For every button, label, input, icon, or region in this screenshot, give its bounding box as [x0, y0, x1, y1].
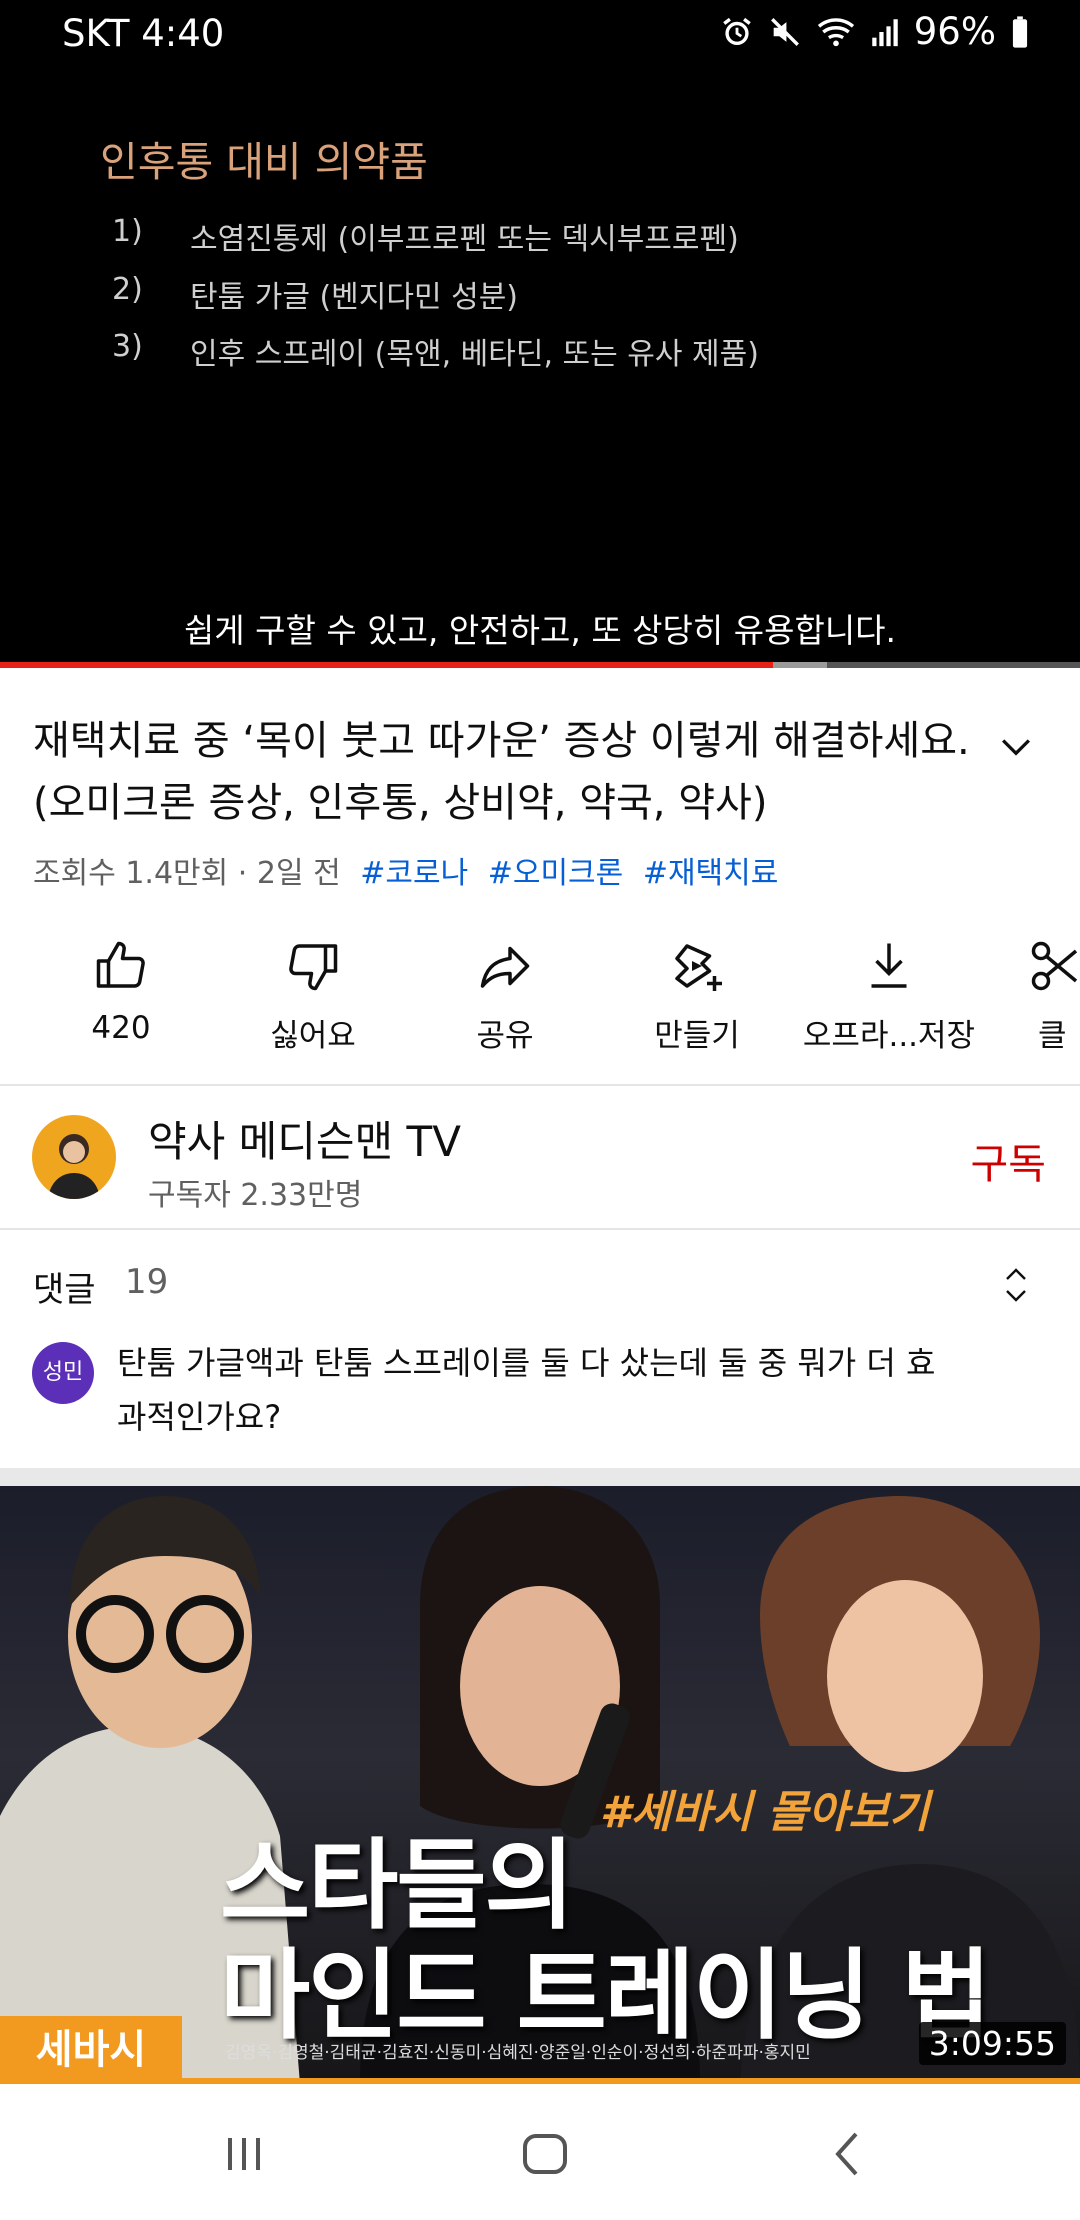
alarm-icon	[720, 15, 754, 49]
divider	[0, 1228, 1080, 1230]
slide-item-text: 탄툼 가글 (벤지다민 성분)	[190, 280, 519, 315]
comments-count: 19	[125, 1262, 169, 1302]
commenter-avatar[interactable]: 성민	[32, 1342, 94, 1404]
section-separator	[0, 1468, 1080, 1486]
status-carrier-time: SKT 4:40	[62, 12, 225, 55]
comments-label: 댓글	[33, 1270, 96, 1310]
slide-title: 인후통 대비 의약품	[100, 138, 428, 186]
dislike-button[interactable]: 싫어요	[218, 930, 408, 1070]
divider	[0, 1084, 1080, 1086]
battery-percent: 96%	[913, 10, 996, 53]
home-icon[interactable]	[505, 2114, 585, 2194]
slide-item-text: 인후 스프레이 (목앤, 베타딘, 또는 유사 제품)	[190, 337, 759, 372]
thumbs-up-icon	[96, 941, 145, 988]
view-count-date: 조회수 1.4만회 · 2일 전	[33, 856, 341, 891]
slide-item-text: 소염진통제 (이부프로펜 또는 덱시부프로펜)	[190, 222, 739, 257]
like-button[interactable]: 420	[26, 930, 216, 1070]
share-icon	[480, 946, 530, 988]
hashtag-link[interactable]: #재택치료	[643, 856, 779, 891]
thumbnail-title-line2: 마인드 트레이닝 법	[220, 1939, 992, 2053]
slide-item-number: 3)	[112, 329, 143, 364]
video-duration: 3:09:55	[918, 2022, 1066, 2065]
chevron-down-icon[interactable]	[994, 724, 1038, 768]
subscribe-button[interactable]: 구독	[971, 1130, 1046, 1190]
video-progress-bar[interactable]	[0, 662, 1080, 668]
mute-icon	[768, 15, 802, 49]
recents-icon[interactable]	[204, 2114, 284, 2194]
hashtag-link[interactable]: #오미크론	[488, 856, 624, 891]
expand-collapse-icon[interactable]	[998, 1262, 1034, 1308]
thumbnail-cast-list: 김영옥·김영철·김태균·김효진·신동미·심혜진·양준일·인순이·정선희·하준파파…	[225, 2043, 811, 2063]
clip-label: 클	[1038, 1018, 1067, 1054]
dislike-label: 싫어요	[270, 1018, 356, 1054]
thumbs-down-icon	[289, 944, 338, 991]
video-subtitle: 쉽게 구할 수 있고, 안전하고, 또 상당히 유용합니다.	[183, 611, 897, 650]
clip-button[interactable]: 클	[986, 930, 1080, 1070]
top-comment[interactable]: 탄툼 가글액과 탄툼 스프레이를 둘 다 샀는데 둘 중 뭐가 더 효과적인가요…	[117, 1336, 957, 1444]
slide-item: 1) 소염진통제 (이부프로펜 또는 덱시부프로펜)	[112, 214, 739, 258]
video-player[interactable]: SKT 4:40 96% 인후통 대비 의약품 1) 소염진통제 (이부프로펜 …	[0, 0, 1080, 668]
channel-avatar[interactable]	[32, 1115, 116, 1199]
download-icon	[871, 943, 907, 988]
next-video-thumbnail[interactable]: #세바시 몰아보기 스타들의 마인드 트레이닝 법 세바시 김영옥·김영철·김태…	[0, 1486, 1080, 2084]
slide-item-number: 1)	[112, 214, 143, 249]
battery-icon	[1010, 15, 1030, 49]
action-row: 420 싫어요 공유 만들기 오프라...저장 클	[0, 930, 1080, 1070]
slide-item-number: 2)	[112, 272, 143, 307]
channel-brand-badge: 세바시	[0, 2016, 182, 2084]
status-icons: 96%	[720, 10, 1030, 53]
channel-name[interactable]: 약사 메디슨맨 TV	[148, 1108, 461, 1169]
system-nav-bar	[0, 2084, 1080, 2220]
wifi-icon	[816, 15, 856, 49]
progress-played	[0, 662, 774, 668]
create-label: 만들기	[654, 1018, 740, 1054]
back-icon[interactable]	[808, 2114, 888, 2194]
like-count: 420	[91, 1010, 151, 1046]
subscriber-count: 구독자 2.33만명	[148, 1178, 363, 1213]
video-meta: 조회수 1.4만회 · 2일 전 #코로나 #오미크론 #재택치료	[33, 848, 778, 892]
thumbnail-hashtag: #세바시 몰아보기	[600, 1787, 930, 1838]
signal-icon	[870, 15, 900, 49]
create-icon	[675, 944, 722, 991]
slide-item: 2) 탄툼 가글 (벤지다민 성분)	[112, 272, 518, 316]
create-button[interactable]: 만들기	[602, 930, 792, 1070]
share-button[interactable]: 공유	[410, 930, 600, 1070]
hashtag-link[interactable]: #코로나	[360, 856, 468, 891]
slide-item: 3) 인후 스프레이 (목앤, 베타딘, 또는 유사 제품)	[112, 329, 759, 373]
offline-save-button[interactable]: 오프라...저장	[794, 930, 984, 1070]
clip-icon	[1031, 941, 1078, 991]
offline-save-label: 오프라...저장	[802, 1018, 976, 1054]
share-label: 공유	[476, 1018, 534, 1054]
video-title[interactable]: 재택치료 중 ‘목이 붓고 따가운’ 증상 이렇게 해결하세요. (오미크론 증…	[33, 710, 993, 834]
